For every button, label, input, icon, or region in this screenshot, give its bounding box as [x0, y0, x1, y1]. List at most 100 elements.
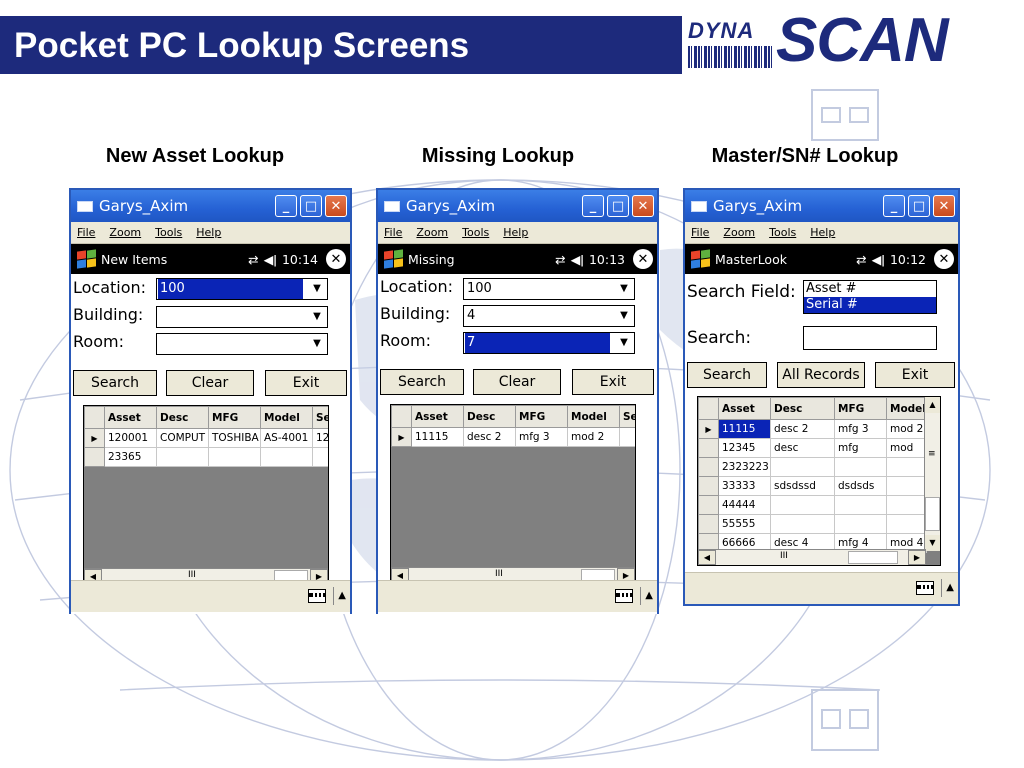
table-cell[interactable]: 11115: [718, 419, 771, 439]
column-header[interactable]: Asset: [104, 406, 157, 429]
table-cell[interactable]: desc: [770, 438, 835, 458]
column-header[interactable]: Model: [567, 405, 620, 428]
scroll-thumb[interactable]: [925, 497, 940, 531]
menu-file[interactable]: File: [384, 226, 402, 239]
table-cell[interactable]: mod 2: [886, 419, 927, 439]
input-menu-arrow-icon[interactable]: ▲: [640, 587, 653, 605]
table-cell[interactable]: [770, 514, 835, 534]
keyboard-icon[interactable]: [308, 589, 326, 603]
volume-icon[interactable]: ◀ǀ: [571, 252, 584, 267]
column-header[interactable]: MFG: [208, 406, 261, 429]
windows-start-icon[interactable]: [689, 249, 711, 269]
column-header[interactable]: Desc: [156, 406, 209, 429]
table-cell[interactable]: [156, 447, 209, 467]
exit-button[interactable]: Exit: [875, 362, 955, 388]
table-row[interactable]: ▶ 11115 desc 2 mfg 3 mod 2: [391, 427, 635, 447]
table-cell[interactable]: 12: [312, 428, 328, 448]
horizontal-scrollbar[interactable]: ◀ III ▶: [698, 549, 926, 565]
table-cell[interactable]: 44444: [718, 495, 771, 515]
input-menu-arrow-icon[interactable]: ▲: [333, 587, 346, 605]
table-cell[interactable]: mfg 3: [515, 427, 568, 447]
table-row[interactable]: 55555: [698, 514, 927, 534]
column-header[interactable]: Model: [260, 406, 313, 429]
search-button[interactable]: Search: [73, 370, 157, 396]
column-header[interactable]: Model: [886, 397, 927, 420]
location-dropdown[interactable]: 100 ▼: [156, 278, 328, 300]
room-dropdown[interactable]: 7 ▼: [463, 332, 635, 354]
input-menu-arrow-icon[interactable]: ▲: [941, 579, 954, 597]
minimize-button[interactable]: _: [275, 195, 297, 217]
table-row[interactable]: ▶ 120001 COMPUT TOSHIBA AS-4001 12: [84, 428, 328, 448]
table-cell[interactable]: [260, 447, 313, 467]
table-row[interactable]: 44444: [698, 495, 927, 515]
search-input[interactable]: [803, 326, 937, 350]
menu-file[interactable]: File: [691, 226, 709, 239]
column-header[interactable]: MFG: [834, 397, 887, 420]
column-header[interactable]: Se: [312, 406, 328, 429]
scroll-left-icon[interactable]: ◀: [698, 550, 716, 565]
list-item-selected[interactable]: Serial #: [804, 297, 936, 313]
table-cell[interactable]: [208, 447, 261, 467]
menu-help[interactable]: Help: [196, 226, 221, 239]
building-dropdown[interactable]: 4 ▼: [463, 305, 635, 327]
table-cell[interactable]: 120001: [104, 428, 157, 448]
menu-help[interactable]: Help: [503, 226, 528, 239]
maximize-button[interactable]: □: [607, 195, 629, 217]
menu-zoom[interactable]: Zoom: [109, 226, 141, 239]
clock[interactable]: 10:13: [589, 252, 625, 267]
menu-tools[interactable]: Tools: [769, 226, 796, 239]
keyboard-icon[interactable]: [615, 589, 633, 603]
exit-button[interactable]: Exit: [572, 369, 654, 395]
close-app-icon[interactable]: ✕: [633, 249, 653, 269]
menu-help[interactable]: Help: [810, 226, 835, 239]
table-row[interactable]: 12345 desc mfg mod: [698, 438, 927, 458]
clock[interactable]: 10:12: [890, 252, 926, 267]
table-cell[interactable]: TOSHIBA: [208, 428, 261, 448]
menu-zoom[interactable]: Zoom: [416, 226, 448, 239]
menu-file[interactable]: File: [77, 226, 95, 239]
table-cell[interactable]: [770, 457, 835, 477]
column-header[interactable]: Desc: [463, 405, 516, 428]
table-cell[interactable]: mfg: [834, 438, 887, 458]
table-cell[interactable]: 2323223: [718, 457, 771, 477]
column-header[interactable]: Desc: [770, 397, 835, 420]
connectivity-icon[interactable]: ⇄: [248, 252, 258, 267]
clock[interactable]: 10:14: [282, 252, 318, 267]
windows-start-icon[interactable]: [75, 249, 97, 269]
volume-icon[interactable]: ◀ǀ: [264, 252, 277, 267]
search-field-listbox[interactable]: Asset # Serial #: [803, 280, 937, 314]
close-app-icon[interactable]: ✕: [326, 249, 346, 269]
table-cell[interactable]: COMPUT: [156, 428, 209, 448]
maximize-button[interactable]: □: [908, 195, 930, 217]
table-cell[interactable]: [886, 514, 927, 534]
table-cell[interactable]: desc 2: [463, 427, 516, 447]
menu-tools[interactable]: Tools: [462, 226, 489, 239]
table-cell[interactable]: 23365: [104, 447, 157, 467]
menu-tools[interactable]: Tools: [155, 226, 182, 239]
table-cell[interactable]: 11115: [411, 427, 464, 447]
table-cell[interactable]: [886, 457, 927, 477]
connectivity-icon[interactable]: ⇄: [555, 252, 565, 267]
table-row[interactable]: 33333 sdsdssd dsdsds: [698, 476, 927, 496]
table-cell[interactable]: 12345: [718, 438, 771, 458]
table-cell[interactable]: [312, 447, 328, 467]
column-header[interactable]: Asset: [411, 405, 464, 428]
list-item[interactable]: Asset #: [804, 281, 936, 297]
clear-button[interactable]: Clear: [166, 370, 254, 396]
close-app-icon[interactable]: ✕: [934, 249, 954, 269]
table-cell[interactable]: dsdsds: [834, 476, 887, 496]
menu-zoom[interactable]: Zoom: [723, 226, 755, 239]
search-button[interactable]: Search: [687, 362, 767, 388]
volume-icon[interactable]: ◀ǀ: [872, 252, 885, 267]
table-row[interactable]: 2323223: [698, 457, 927, 477]
column-header[interactable]: MFG: [515, 405, 568, 428]
column-header[interactable]: Asset: [718, 397, 771, 420]
table-cell[interactable]: mfg 3: [834, 419, 887, 439]
table-cell[interactable]: 33333: [718, 476, 771, 496]
vertical-scrollbar[interactable]: ▲ ≡ ▼: [924, 397, 940, 551]
scroll-thumb[interactable]: [848, 551, 898, 564]
table-cell[interactable]: desc 2: [770, 419, 835, 439]
column-header[interactable]: Se: [619, 405, 635, 428]
room-dropdown[interactable]: ▼: [156, 333, 328, 355]
table-cell[interactable]: 55555: [718, 514, 771, 534]
